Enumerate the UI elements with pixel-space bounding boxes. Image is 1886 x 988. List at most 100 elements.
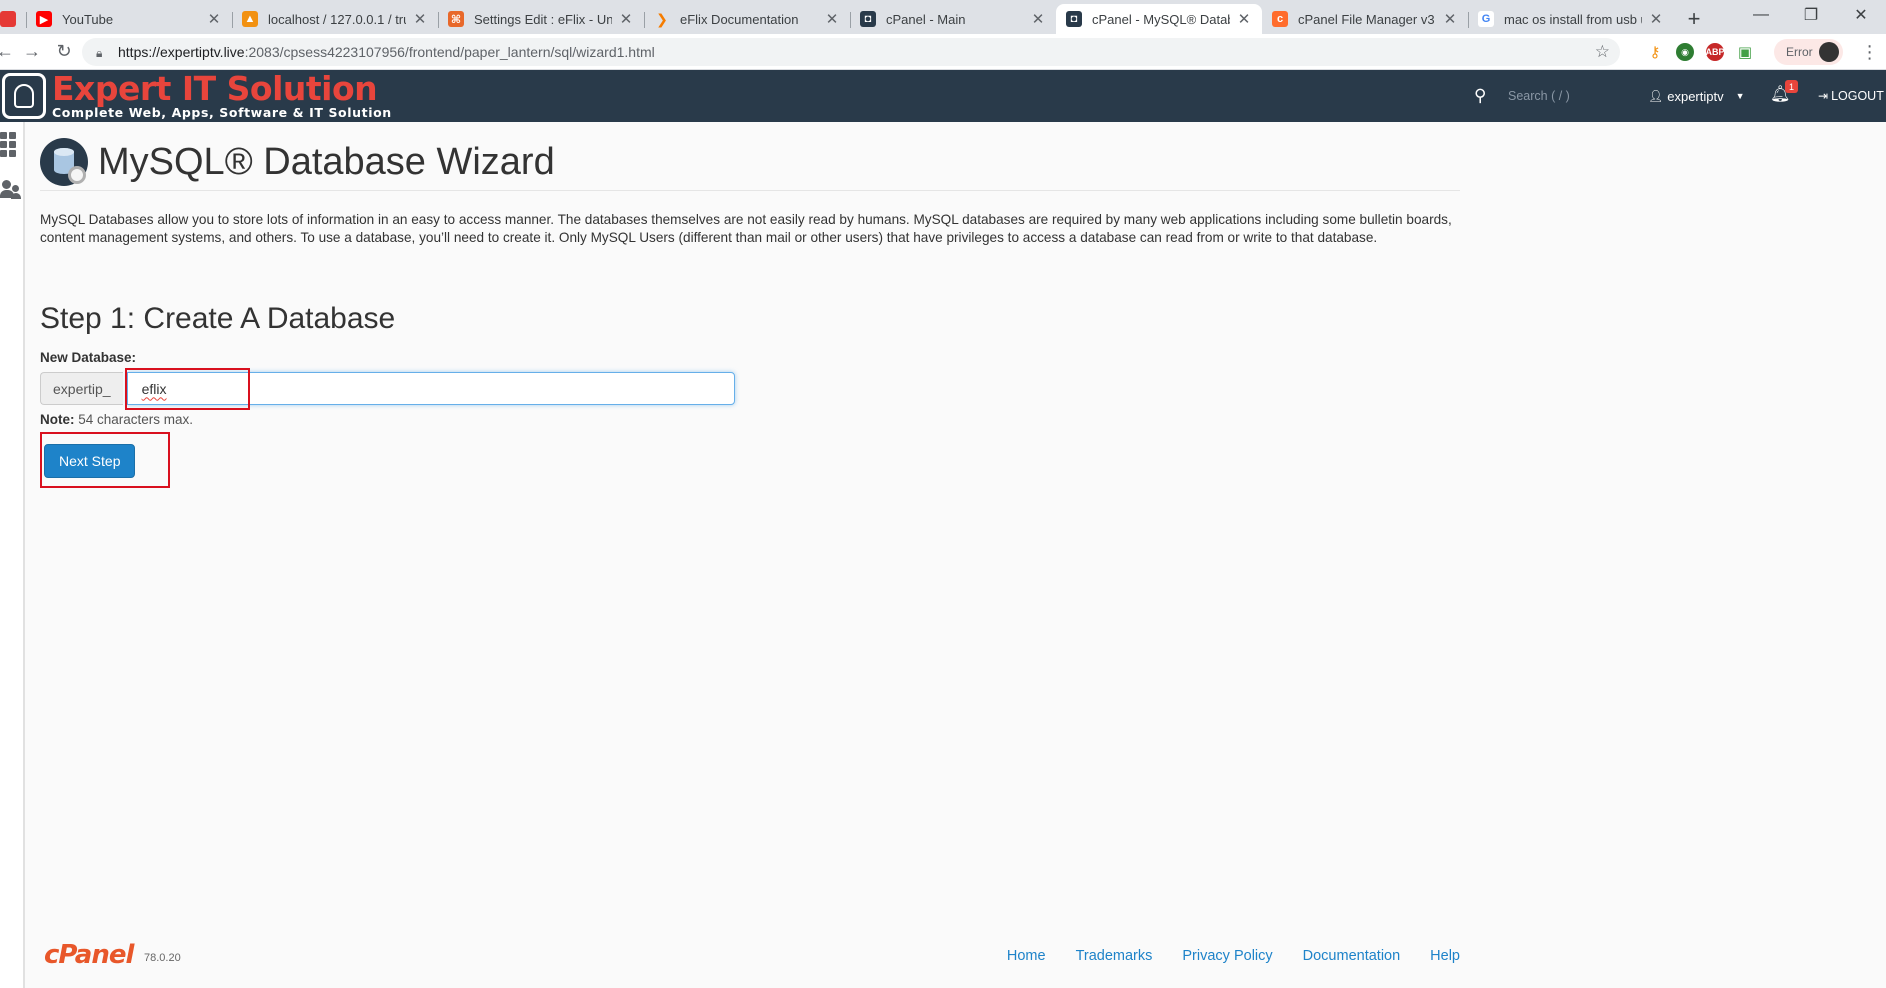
- browser-tab-settings-edit[interactable]: ⌘ Settings Edit : eFlix - Unlim ✕: [438, 4, 644, 34]
- lock-icon: 🔒︎: [96, 46, 103, 60]
- close-icon[interactable]: ✕: [1442, 10, 1458, 28]
- phpmyadmin-icon: ▲: [242, 11, 258, 27]
- character-limit-note: Note: 54 characters max.: [40, 412, 193, 427]
- new-database-input-group: expertip_ eflix: [40, 372, 735, 405]
- database-prefix: expertip_: [40, 372, 123, 405]
- cpanel-badge-icon: ◘: [860, 11, 876, 27]
- new-database-label: New Database:: [40, 350, 137, 365]
- arrow-play-icon: ❯: [656, 10, 668, 27]
- footer: cPanel 78.0.20 Home Trademarks Privacy P…: [40, 940, 1460, 976]
- browser-tab-mysql-wizard[interactable]: ◘ cPanel - MySQL® Databas ✕: [1056, 4, 1262, 34]
- cpanel-logo-icon: c: [1272, 11, 1288, 27]
- generic-red-icon: [0, 11, 16, 27]
- tab-title: mac os install from usb usi: [1504, 11, 1642, 27]
- globe-extension-icon[interactable]: ◉: [1676, 43, 1694, 61]
- error-label: Error: [1786, 45, 1813, 59]
- tab-title: cPanel - MySQL® Databas: [1092, 11, 1230, 27]
- left-rail: [0, 122, 25, 988]
- restore-icon[interactable]: ❐: [1786, 0, 1836, 30]
- tab-title: YouTube: [62, 11, 114, 27]
- notifications-button[interactable]: 🔔︎ 1: [1770, 80, 1798, 106]
- close-icon[interactable]: ✕: [1030, 10, 1046, 28]
- page-title: MySQL® Database Wizard: [98, 140, 555, 183]
- adblock-icon[interactable]: ABP: [1706, 43, 1725, 61]
- google-icon: G: [1478, 11, 1494, 27]
- forward-arrow-icon[interactable]: →: [16, 36, 48, 68]
- logo-title: Expert IT Solution: [52, 69, 378, 108]
- logout-button[interactable]: ⇥ LOGOUT: [1818, 70, 1884, 122]
- browser-tab-eflix-docs[interactable]: ❯ eFlix Documentation ✕: [644, 4, 850, 34]
- menu-kebab-icon[interactable]: ⋮: [1861, 42, 1879, 63]
- close-icon[interactable]: ✕: [618, 10, 634, 28]
- footer-link-documentation[interactable]: Documentation: [1303, 948, 1401, 964]
- notification-badge: 1: [1785, 80, 1798, 93]
- new-database-input[interactable]: eflix: [126, 372, 735, 405]
- footer-link-privacy-policy[interactable]: Privacy Policy: [1182, 948, 1272, 964]
- reload-icon[interactable]: ↻: [48, 36, 80, 68]
- new-tab-button[interactable]: +: [1674, 4, 1714, 34]
- browser-tab-google-search[interactable]: G mac os install from usb usi ✕: [1468, 4, 1674, 34]
- tab-title: cPanel - Main: [886, 11, 966, 27]
- cpanel-badge-icon: ◘: [1066, 11, 1082, 27]
- footer-link-home[interactable]: Home: [1007, 948, 1046, 964]
- window-controls: — ❐ ✕: [1736, 0, 1886, 30]
- close-icon[interactable]: ✕: [1648, 10, 1664, 28]
- user-menu[interactable]: 👤︎ expertiptv ▼: [1648, 70, 1745, 122]
- close-icon[interactable]: ✕: [206, 10, 222, 28]
- close-icon[interactable]: ✕: [412, 10, 428, 28]
- footer-links: Home Trademarks Privacy Policy Documenta…: [1007, 948, 1460, 964]
- users-icon[interactable]: [0, 180, 22, 200]
- header-search: ⚲: [1474, 70, 1644, 122]
- logo-tagline: Complete Web, Apps, Software & IT Soluti…: [52, 105, 392, 120]
- apps-grid-icon[interactable]: [0, 132, 16, 157]
- intro-paragraph: MySQL Databases allow you to store lots …: [40, 212, 1452, 245]
- url-path: :2083/cpsess4223107956/frontend/paper_la…: [244, 44, 655, 60]
- browser-tab-cpanel-main[interactable]: ◘ cPanel - Main ✕: [850, 4, 1056, 34]
- logout-icon: ⇥: [1818, 89, 1829, 103]
- logo-badge-icon: [2, 73, 46, 119]
- database-name-value: eflix: [141, 380, 167, 397]
- user-icon: 👤︎: [1648, 89, 1664, 103]
- extensions-area: ⚷ ◉ ABP ▣ Error ⋮: [1646, 38, 1879, 66]
- tab-title: cPanel File Manager v3: [1298, 11, 1435, 27]
- footer-link-help[interactable]: Help: [1430, 948, 1460, 964]
- search-icon: ⚲: [1474, 86, 1487, 105]
- minimize-icon[interactable]: —: [1736, 0, 1786, 30]
- cpanel-version: 78.0.20: [144, 952, 181, 964]
- browser-toolbar: ← → ↻ 🔒︎ https://expertiptv.live:2083/cp…: [0, 34, 1886, 70]
- profile-error-pill[interactable]: Error: [1774, 39, 1843, 65]
- database-icon: [40, 138, 88, 186]
- caret-down-icon: ▼: [1735, 91, 1745, 101]
- avatar: [1818, 42, 1839, 62]
- tab-title: localhost / 127.0.0.1 / trust: [268, 11, 406, 27]
- browser-tab-youtube[interactable]: ▶ YouTube ✕: [26, 4, 232, 34]
- close-icon[interactable]: ✕: [824, 10, 840, 28]
- bookmark-star-icon[interactable]: ☆: [1595, 42, 1610, 62]
- browser-tab-strip: ▶ YouTube ✕ ▲ localhost / 127.0.0.1 / tr…: [0, 0, 1886, 34]
- key-extension-icon[interactable]: ⚷: [1646, 43, 1664, 61]
- youtube-icon: ▶: [36, 11, 52, 27]
- note-text: 54 characters max.: [74, 412, 194, 427]
- logout-label: LOGOUT: [1831, 89, 1884, 103]
- browser-tab-pinned[interactable]: [0, 4, 26, 34]
- next-step-button[interactable]: Next Step: [44, 444, 136, 478]
- tv-extension-icon[interactable]: ▣: [1736, 43, 1754, 61]
- tab-title: eFlix Documentation: [680, 11, 799, 27]
- back-arrow-icon[interactable]: ←: [0, 36, 16, 68]
- cpanel-header: Expert IT Solution Complete Web, Apps, S…: [0, 70, 1886, 122]
- tab-title: Settings Edit : eFlix - Unlim: [474, 11, 612, 27]
- url-host: https://expertiptv.live: [118, 44, 245, 60]
- browser-tab-file-manager[interactable]: c cPanel File Manager v3 ✕: [1262, 4, 1468, 34]
- cpanel-logo[interactable]: cPanel: [44, 940, 134, 970]
- note-label: Note:: [40, 412, 75, 427]
- username: expertiptv: [1667, 88, 1724, 104]
- browser-tab-phpmyadmin[interactable]: ▲ localhost / 127.0.0.1 / trust ✕: [232, 4, 438, 34]
- search-input[interactable]: [1508, 89, 1628, 103]
- eflix-icon: ⌘: [448, 11, 464, 27]
- close-window-icon[interactable]: ✕: [1836, 0, 1886, 30]
- step-title: Step 1: Create A Database: [40, 302, 396, 335]
- close-icon[interactable]: ✕: [1236, 10, 1252, 28]
- footer-link-trademarks[interactable]: Trademarks: [1076, 948, 1153, 964]
- address-bar[interactable]: 🔒︎ https://expertiptv.live:2083/cpsess42…: [82, 38, 1620, 66]
- site-logo[interactable]: Expert IT Solution Complete Web, Apps, S…: [0, 70, 392, 122]
